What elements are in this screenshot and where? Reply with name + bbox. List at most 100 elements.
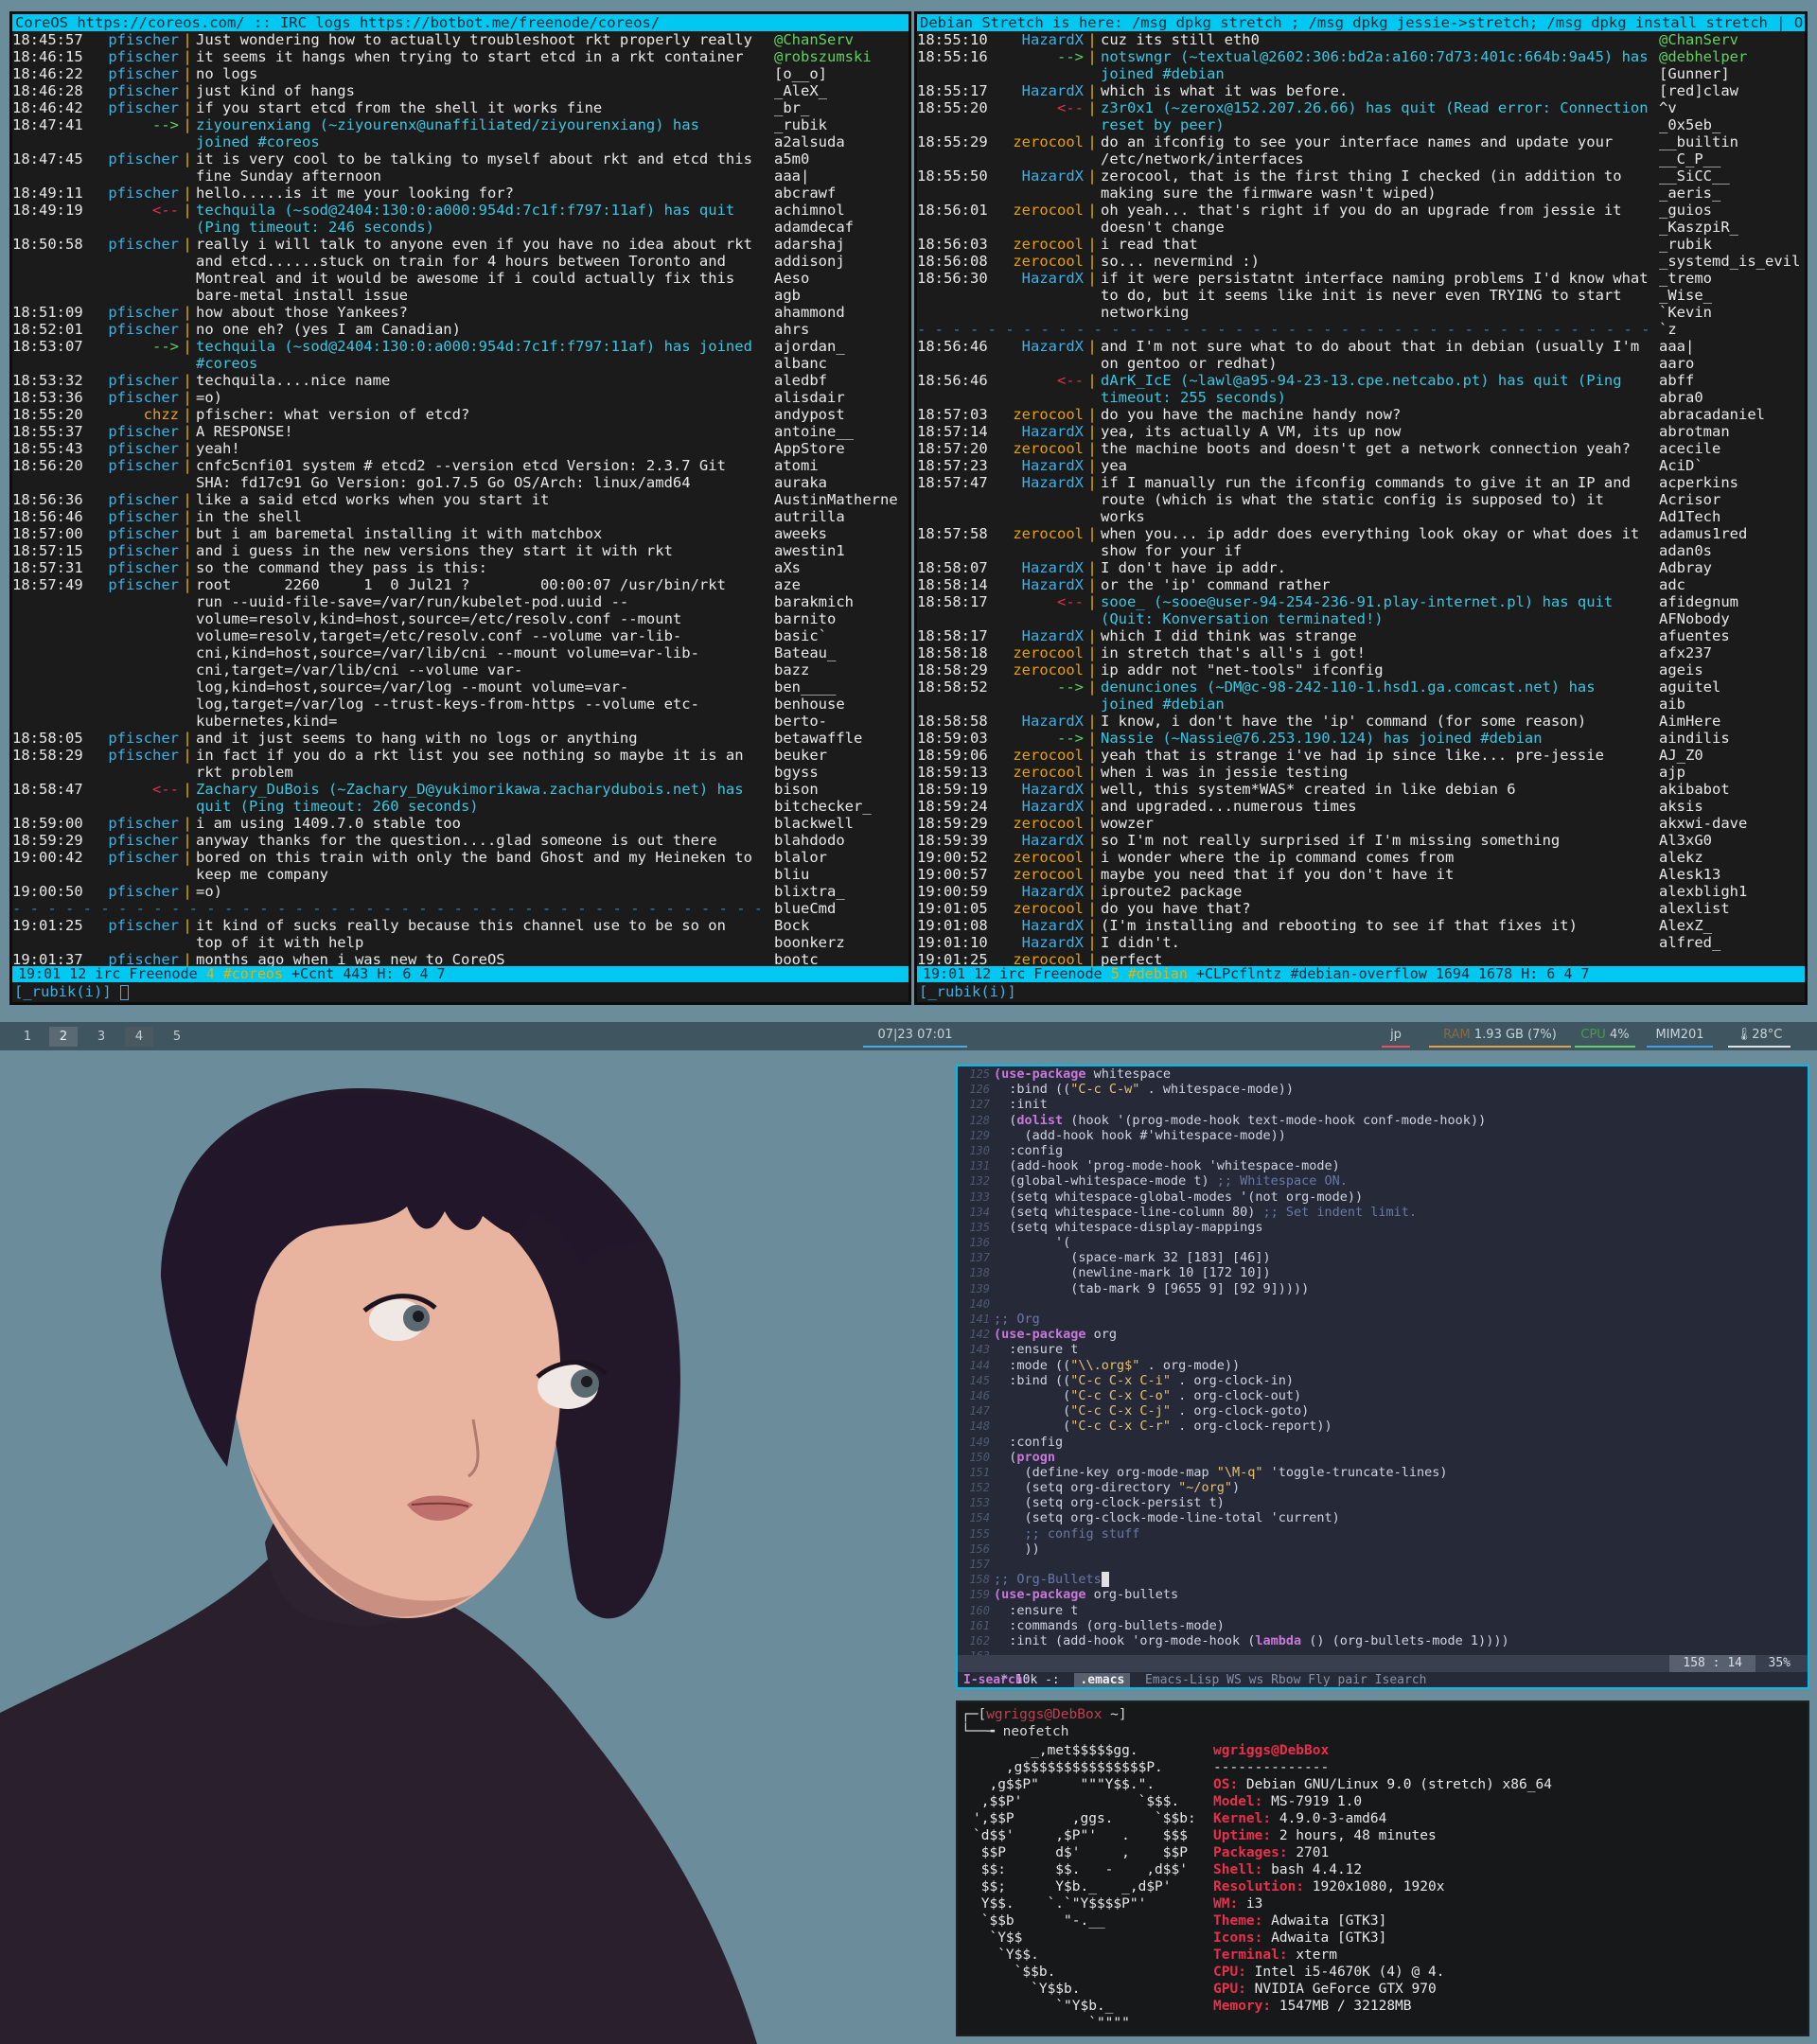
workspace-5[interactable]: 5 [163, 1027, 191, 1047]
nick-list-item[interactable]: aaro [1659, 355, 1805, 372]
nick-list-item[interactable]: adan0s [1659, 542, 1805, 559]
nick-list-item[interactable]: adc [1659, 576, 1805, 593]
nick-list-item[interactable]: afidegnum [1659, 593, 1805, 610]
nick-list-item[interactable]: Adbray [1659, 559, 1805, 576]
nick-list-item[interactable]: aze [774, 576, 908, 593]
nick-list-item[interactable]: blueCmd [774, 900, 908, 917]
nick-list-item[interactable]: @ChanServ [1659, 31, 1805, 48]
nick-list-item[interactable]: abff [1659, 372, 1805, 389]
nick-list-item[interactable]: blackwell [774, 815, 908, 832]
nick-list-item[interactable]: AppStore [774, 440, 908, 457]
nick-list-item[interactable]: akxwi-dave [1659, 815, 1805, 832]
nick-list-item[interactable]: blalor [774, 849, 908, 866]
nick-list-item[interactable]: agb [774, 287, 908, 304]
nick-list-item[interactable]: Aeso [774, 270, 908, 287]
minibuffer[interactable]: I-search: [963, 1673, 1030, 1687]
nick-list-item[interactable]: auraka [774, 474, 908, 491]
nick-list-item[interactable]: aaa| [774, 167, 908, 185]
nick-list-item[interactable]: aledbf [774, 372, 908, 389]
nick-list-item[interactable]: _KaszpiR_ [1659, 219, 1805, 236]
nick-list-item[interactable]: @ChanServ [774, 31, 908, 48]
nick-list-item[interactable]: aib [1659, 696, 1805, 713]
nick-list-item[interactable]: blahdodo [774, 832, 908, 849]
nick-list-item[interactable]: Ad1Tech [1659, 508, 1805, 525]
nick-list-item[interactable]: awestin1 [774, 542, 908, 559]
nick-list-item[interactable]: _rubik [774, 116, 908, 133]
nick-list-item[interactable]: achimnol [774, 202, 908, 219]
terminal-window[interactable]: ┌─[wgriggs@DebBox ~] └──╼ neofetch _,met… [956, 1700, 1809, 2036]
nick-list-item[interactable]: betawaffle [774, 730, 908, 747]
chat-log[interactable]: 18:55:10 HazardX | cuz its still eth0 18:55:… [917, 31, 1655, 966]
nick-list-item[interactable]: basic` [774, 627, 908, 644]
workspace-4[interactable]: 4 [125, 1027, 153, 1047]
nick-list-item[interactable]: alekz [1659, 849, 1805, 866]
nick-list-item[interactable]: bison [774, 781, 908, 798]
nick-list-item[interactable]: abracadaniel [1659, 406, 1805, 423]
nick-list-item[interactable]: [o__o] [774, 65, 908, 82]
nick-list-item[interactable]: __SiCC__ [1659, 167, 1805, 185]
nick-list-item[interactable]: Al3xG0 [1659, 832, 1805, 849]
nick-list-item[interactable]: acecile [1659, 440, 1805, 457]
nick-list-item[interactable]: _systemd_is_evil [1659, 253, 1805, 270]
nick-list-item[interactable]: __builtin [1659, 133, 1805, 150]
nick-list-item[interactable]: aXs [774, 559, 908, 576]
nick-list-item[interactable]: ajordan_ [774, 338, 908, 355]
nick-list-item[interactable]: `Kevin [1659, 304, 1805, 321]
nick-list-item[interactable]: akibabot [1659, 781, 1805, 798]
nick-list-item[interactable]: _rubik [1659, 236, 1805, 253]
code-buffer[interactable]: 125 (use-package whitespace 126 :bind (("C… [958, 1066, 1808, 1664]
nick-list-item[interactable]: _AleX_ [774, 82, 908, 99]
emacs-window[interactable]: 125 (use-package whitespace 126 :bind (("C… [956, 1065, 1809, 1689]
nick-list-item[interactable]: _Wise_ [1659, 287, 1805, 304]
nick-list-item[interactable]: blixtra_ [774, 883, 908, 900]
chat-log[interactable]: 18:45:57 pfischer | Just wondering how to a… [12, 31, 760, 966]
nick-list-item[interactable]: @debhelper [1659, 48, 1805, 65]
nick-list-item[interactable]: alexlist [1659, 900, 1805, 917]
nick-list-item[interactable]: benhouse [774, 696, 908, 713]
nick-list-item[interactable]: afx237 [1659, 644, 1805, 661]
nick-list-item[interactable]: beuker [774, 747, 908, 764]
nick-list-item[interactable]: a5m0 [774, 150, 908, 167]
nick-list-item[interactable]: AlexZ_ [1659, 917, 1805, 934]
nick-list-item[interactable]: antoine__ [774, 423, 908, 440]
nick-list[interactable]: @ChanServ @robszumski [o__o] _AleX_ _br_ _rub… [772, 31, 908, 966]
nick-list-item[interactable]: alexbligh1 [1659, 883, 1805, 900]
nick-list-item[interactable]: bazz [774, 661, 908, 678]
nick-list-item[interactable]: adamdecaf [774, 219, 908, 236]
nick-list-item[interactable]: AciD` [1659, 457, 1805, 474]
nick-list-item[interactable]: bootc [774, 951, 908, 966]
nick-list-item[interactable]: ahrs [774, 321, 908, 338]
nick-list-item[interactable]: adamus1red [1659, 525, 1805, 542]
nick-list-item[interactable]: @robszumski [774, 48, 908, 65]
nick-list-item[interactable]: andypost [774, 406, 908, 423]
nick-list-item[interactable]: bliu [774, 866, 908, 883]
nick-list-item[interactable]: barakmich [774, 593, 908, 610]
nick-list-item[interactable]: aindilis [1659, 730, 1805, 747]
nick-list-item[interactable]: aksis [1659, 798, 1805, 815]
workspace-3[interactable]: 3 [87, 1027, 115, 1047]
nick-list-item[interactable]: abra0 [1659, 389, 1805, 406]
nick-list-item[interactable]: _tremo [1659, 270, 1805, 287]
nick-list-item[interactable]: bgyss [774, 764, 908, 781]
nick-list[interactable]: @ChanServ @debhelper [Gunner] [red]claw ^v _0… [1657, 31, 1805, 966]
nick-list-item[interactable]: aweeks [774, 525, 908, 542]
nick-list-item[interactable]: AimHere [1659, 713, 1805, 730]
nick-list-item[interactable]: AFNobody [1659, 610, 1805, 627]
nick-list-item[interactable]: autrilla [774, 508, 908, 525]
nick-list-item[interactable]: boonkerz [774, 934, 908, 951]
nick-list-item[interactable]: aaa| [1659, 338, 1805, 355]
irc-window-coreos[interactable]: CoreOS https://coreos.com/ :: IRC logs h… [9, 11, 911, 1005]
nick-list-item[interactable]: _br_ [774, 99, 908, 116]
input-line[interactable]: [_rubik(i)] [917, 982, 1805, 1001]
nick-list-item[interactable]: [red]claw [1659, 82, 1805, 99]
nick-list-item[interactable]: abcrawf [774, 185, 908, 202]
nick-list-item[interactable]: bitchecker_ [774, 798, 908, 815]
nick-list-item[interactable]: AustinMatherne [774, 491, 908, 508]
nick-list-item[interactable]: Bock [774, 917, 908, 934]
workspace-1[interactable]: 1 [13, 1027, 42, 1047]
nick-list-item[interactable]: [Gunner] [1659, 65, 1805, 82]
nick-list-item[interactable]: atomi [774, 457, 908, 474]
nick-list-item[interactable]: _guios [1659, 202, 1805, 219]
nick-list-item[interactable]: alfred_ [1659, 934, 1805, 951]
nick-list-item[interactable]: `z [1659, 321, 1805, 338]
